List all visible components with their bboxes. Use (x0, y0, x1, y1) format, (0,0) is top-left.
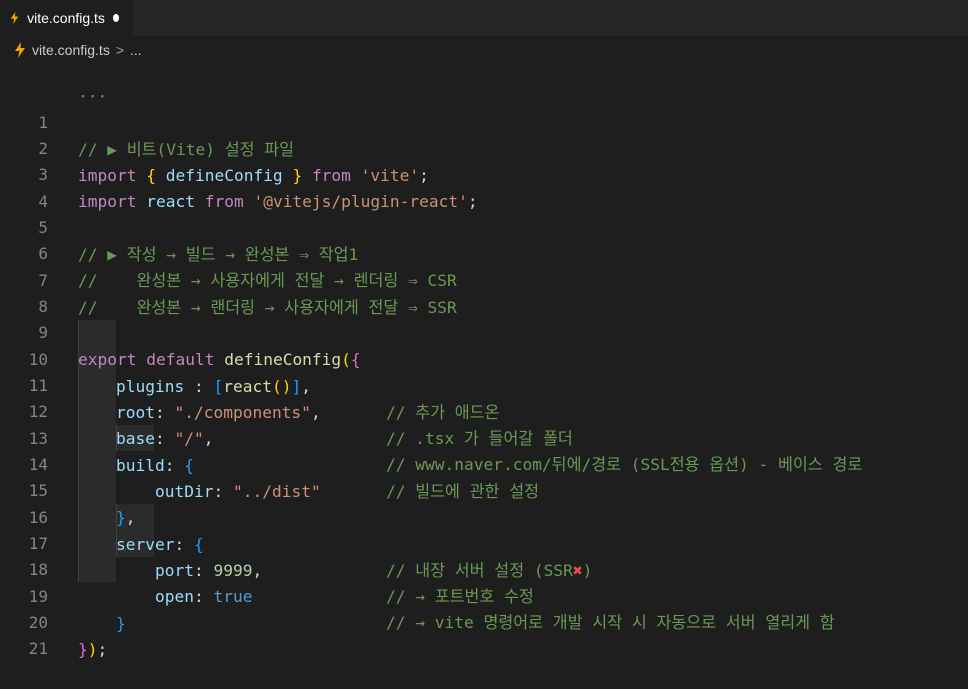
code-line-14[interactable]: 14 outDir: "../dist" (0, 426, 968, 500)
code-line-6[interactable]: 6 // 완성본 → 사용자에게 전달 → 렌더링 ⇒ CSR (0, 215, 968, 289)
code-editor[interactable]: ··· 1 // ▶ 비트(Vite) 설정 파일 2 import { def… (0, 63, 968, 658)
folded-region[interactable]: ··· (0, 58, 968, 106)
code-line-1[interactable]: 1 // ▶ 비트(Vite) 설정 파일 (0, 84, 968, 158)
semicolon: ; (97, 639, 108, 659)
code-line-7[interactable]: 7 // 완성본 → 랜더링 → 사용자에게 전달 ⇒ SSR (0, 242, 968, 316)
code-line-8[interactable]: 8 (0, 268, 968, 316)
code-line-5[interactable]: 5 // ▶ 작성 → 빌드 → 완성본 ⇒ 작업1 (0, 189, 968, 263)
code-line-17[interactable]: 17 port: 9999, // → 포트번호 수정 (0, 505, 968, 606)
code-line-21[interactable]: 21 (0, 610, 968, 658)
code-line-9[interactable]: 9 export default defineConfig({ (0, 294, 968, 368)
tab-label: vite.config.ts (27, 10, 105, 26)
code-line-20[interactable]: 20 }); (0, 584, 968, 658)
code-line-16[interactable]: 16 server: { // 내장 서버 설정 (SSR✖) (0, 479, 968, 580)
code-line-2[interactable]: 2 import { defineConfig } from 'vite'; (0, 110, 968, 184)
breadcrumb-more[interactable]: ... (130, 42, 142, 58)
lightning-bolt-icon (10, 11, 19, 25)
paren: ) (87, 639, 98, 659)
code-line-4[interactable]: 4 (0, 163, 968, 211)
code-line-19[interactable]: 19 } (0, 558, 968, 632)
tab-bar: vite.config.ts (0, 0, 968, 36)
code-line-10[interactable]: 10 plugins : [react()], // 추가 애드온 (0, 321, 968, 422)
code-line-3[interactable]: 3 import react from '@vitejs/plugin-reac… (0, 136, 968, 210)
code-line-15[interactable]: 15 }, (0, 452, 968, 526)
line-number: 21 (28, 639, 48, 659)
breadcrumb-file[interactable]: vite.config.ts (32, 42, 110, 58)
tab-vite-config[interactable]: vite.config.ts (0, 0, 133, 36)
code-line-18[interactable]: 18 open: true // → vite 명령어로 개발 시작 시 자동으… (0, 531, 968, 632)
brace: } (78, 639, 88, 659)
breadcrumb-separator: > (115, 41, 125, 58)
code-line-12[interactable]: 12 base: "/", // www.naver.com/뒤에/경로 (SS… (0, 373, 968, 474)
lightning-bolt-icon (15, 41, 25, 58)
unsaved-dot-icon[interactable] (112, 14, 119, 22)
code-line-13[interactable]: 13 build: { // 빌드에 관한 설정 (0, 400, 968, 501)
code-line-11[interactable]: 11 root: "./components", // .tsx 가 들어갈 폴… (0, 347, 968, 448)
